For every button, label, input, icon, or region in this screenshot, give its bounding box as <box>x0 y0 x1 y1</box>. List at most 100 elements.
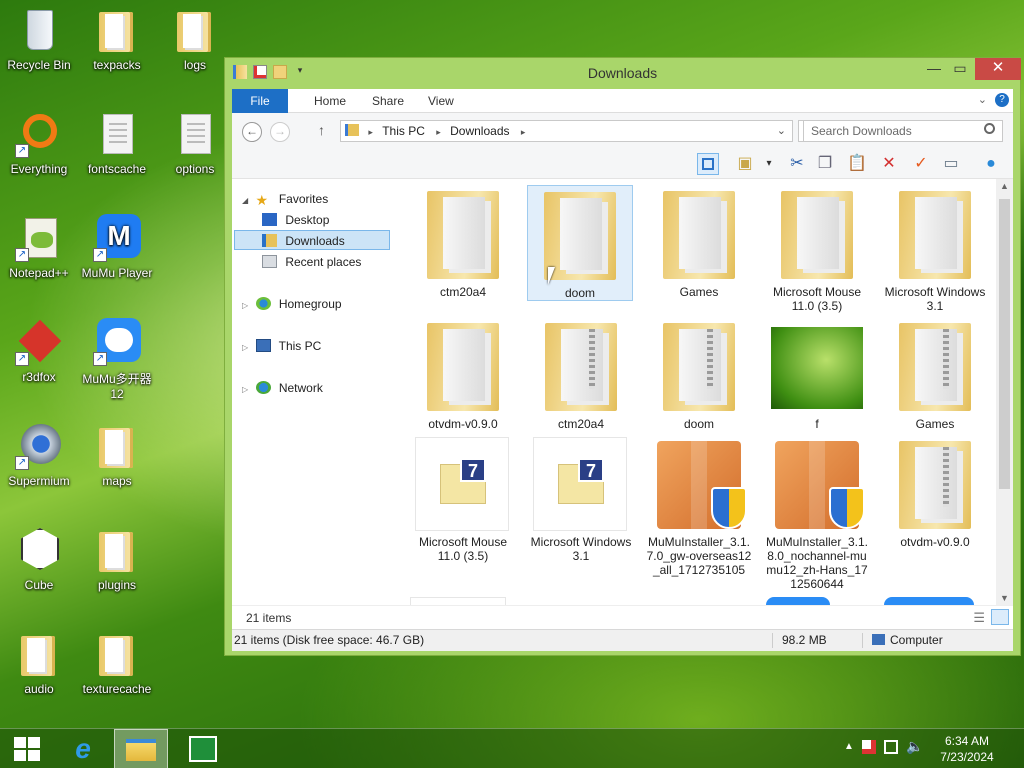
folder-icon <box>649 185 749 281</box>
taskbar-store[interactable] <box>176 729 230 768</box>
internet-explorer-icon: e <box>75 733 91 764</box>
nav-downloads[interactable]: Downloads <box>234 230 390 250</box>
volume-muted-icon[interactable]: 🔈 <box>906 738 923 755</box>
file-item[interactable]: 7 Microsoft Windows 3.1 <box>528 435 634 563</box>
breadcrumb-downloads[interactable]: Downloads <box>450 124 509 138</box>
tab-view[interactable]: View <box>414 89 468 113</box>
rename-check-icon[interactable]: ✓ <box>910 153 932 175</box>
desktop-icon-fontscache[interactable]: fontscache <box>78 110 156 176</box>
copy-icon[interactable]: ❐ <box>814 153 836 175</box>
tab-share[interactable]: Share <box>358 89 418 113</box>
address-dropdown-icon[interactable]: ⌄ <box>777 121 786 141</box>
check-folder-icon[interactable]: ▣ <box>734 153 756 175</box>
toolbar-dropdown-icon[interactable]: ▾ <box>758 153 780 175</box>
vertical-scrollbar[interactable]: ▲ ▼ <box>996 179 1013 605</box>
close-button[interactable]: ✕ <box>975 58 1021 80</box>
show-hidden-icons-icon[interactable]: ▲ <box>844 741 854 752</box>
desktop-icon-options[interactable]: options <box>156 110 234 176</box>
status-divider <box>862 633 863 648</box>
file-item[interactable]: MuMuInstaller_3.1.7.0_gw-overseas12_all_… <box>646 435 752 577</box>
desktop-icon-mumu-multi[interactable]: ↗ MuMu多开器12 <box>78 318 156 401</box>
collapse-arrow-icon[interactable]: ◢ <box>242 196 248 205</box>
nav-homegroup[interactable]: ▷ Homegroup <box>242 294 342 314</box>
file-item[interactable]: doom <box>646 317 752 431</box>
expand-arrow-icon[interactable]: ▷ <box>242 343 248 352</box>
desktop-icon-plugins[interactable]: plugins <box>78 526 156 592</box>
desktop-icon-audio[interactable]: audio <box>0 630 78 696</box>
partial-file-item[interactable] <box>884 597 974 605</box>
file-item[interactable]: ctm20a4 <box>528 317 634 431</box>
desktop-icon-supermium[interactable]: ↗ Supermium <box>0 422 78 488</box>
desktop-icon-logs[interactable]: logs <box>156 6 234 72</box>
tab-home[interactable]: Home <box>300 89 360 113</box>
address-field[interactable]: ▸ This PC ▸ Downloads ▸ ⌄ <box>340 120 793 142</box>
file-item[interactable]: otvdm-v0.9.0 <box>882 435 988 549</box>
file-item[interactable]: MuMuInstaller_3.1.8.0_nochannel-mumu12_z… <box>764 435 870 591</box>
file-item[interactable]: Games <box>882 317 988 431</box>
windows-logo-icon <box>14 737 40 761</box>
file-name: Microsoft Windows 3.1 <box>530 535 632 563</box>
up-button[interactable]: ↑ <box>318 122 325 138</box>
delete-icon[interactable]: ✕ <box>878 153 900 175</box>
partial-file-item[interactable] <box>766 597 830 605</box>
taskbar-file-explorer[interactable] <box>114 729 168 768</box>
expand-arrow-icon[interactable]: ▷ <box>242 385 248 394</box>
taskbar-internet-explorer[interactable]: e <box>56 729 110 768</box>
desktop-icon-mumu-player[interactable]: M ↗ MuMu Player <box>78 214 156 280</box>
file-item[interactable]: ctm20a4 <box>410 185 516 299</box>
globe-icon[interactable]: ● <box>980 153 1002 175</box>
expand-ribbon-icon[interactable]: ⌄ <box>978 93 987 106</box>
desktop-icon-everything[interactable]: ↗ Everything <box>0 110 78 176</box>
clock[interactable]: 6:34 AM 7/23/2024 <box>932 733 1002 765</box>
tab-file[interactable]: File <box>232 89 288 113</box>
breadcrumb-this-pc[interactable]: This PC <box>382 124 425 138</box>
nav-desktop[interactable]: Desktop <box>262 210 329 230</box>
paste-icon[interactable]: 📋 <box>846 153 868 175</box>
desktop-icon-r3dfox[interactable]: ↗ r3dfox <box>0 318 78 384</box>
large-icons-view-icon[interactable] <box>991 609 1009 625</box>
recent-places-icon <box>262 255 277 268</box>
location-icon <box>345 124 359 136</box>
file-name: otvdm-v0.9.0 <box>428 417 498 431</box>
expand-arrow-icon[interactable]: ▷ <box>242 301 248 310</box>
navigation-pane-icon[interactable] <box>697 153 719 175</box>
partial-file-item[interactable] <box>410 597 506 605</box>
action-center-icon[interactable] <box>862 740 876 754</box>
file-item[interactable]: Microsoft Windows 3.1 <box>882 185 988 313</box>
installer-box-icon <box>767 435 867 531</box>
start-button[interactable] <box>0 729 54 768</box>
desktop-icon-texturecache[interactable]: texturecache <box>78 630 156 696</box>
desktop-icon-notepadpp[interactable]: ↗ Notepad++ <box>0 214 78 280</box>
nav-favorites[interactable]: ◢ ★ Favorites <box>242 189 328 209</box>
properties-small-icon[interactable]: ▭ <box>940 153 962 175</box>
scroll-up-icon[interactable]: ▲ <box>1000 181 1009 191</box>
file-name: MuMuInstaller_3.1.7.0_gw-overseas12_all_… <box>646 535 752 577</box>
desktop-icon-label: fontscache <box>87 162 147 176</box>
forward-button[interactable]: → <box>270 122 290 142</box>
search-input[interactable]: Search Downloads <box>803 120 1003 142</box>
desktop-icon-cube[interactable]: Cube <box>0 526 78 592</box>
file-item[interactable]: 7 Microsoft Mouse 11.0 (3.5) <box>410 435 516 563</box>
file-item[interactable]: Microsoft Mouse 11.0 (3.5) <box>764 185 870 313</box>
desktop-icon-maps[interactable]: maps <box>78 422 156 488</box>
desktop-icon-recycle-bin[interactable]: Recycle Bin <box>0 6 78 72</box>
scroll-thumb[interactable] <box>999 199 1010 489</box>
nav-this-pc[interactable]: ▷ This PC <box>242 336 321 356</box>
scroll-down-icon[interactable]: ▼ <box>1000 593 1009 603</box>
back-button[interactable]: ← <box>242 122 262 142</box>
file-item[interactable]: otvdm-v0.9.0 <box>410 317 516 431</box>
cut-icon[interactable]: ✂ <box>786 153 808 175</box>
network-tray-icon[interactable] <box>884 740 898 754</box>
title-bar[interactable]: ▾ Downloads — ▭ ✕ <box>225 58 1021 88</box>
details-view-icon[interactable]: ☰ <box>973 610 985 626</box>
nav-recent-places[interactable]: Recent places <box>262 252 361 272</box>
desktop-icon-texpacks[interactable]: texpacks <box>78 6 156 72</box>
shortcut-arrow-icon: ↗ <box>15 456 29 470</box>
explorer-window[interactable]: ▾ Downloads — ▭ ✕ File Home Share View ⌄… <box>224 57 1021 656</box>
maximize-button[interactable]: ▭ <box>945 58 975 80</box>
nav-network[interactable]: ▷ Network <box>242 378 323 398</box>
file-item[interactable]: doom <box>527 185 633 301</box>
help-icon[interactable]: ? <box>995 93 1009 107</box>
file-item[interactable]: f <box>764 317 870 431</box>
file-item[interactable]: Games <box>646 185 752 299</box>
